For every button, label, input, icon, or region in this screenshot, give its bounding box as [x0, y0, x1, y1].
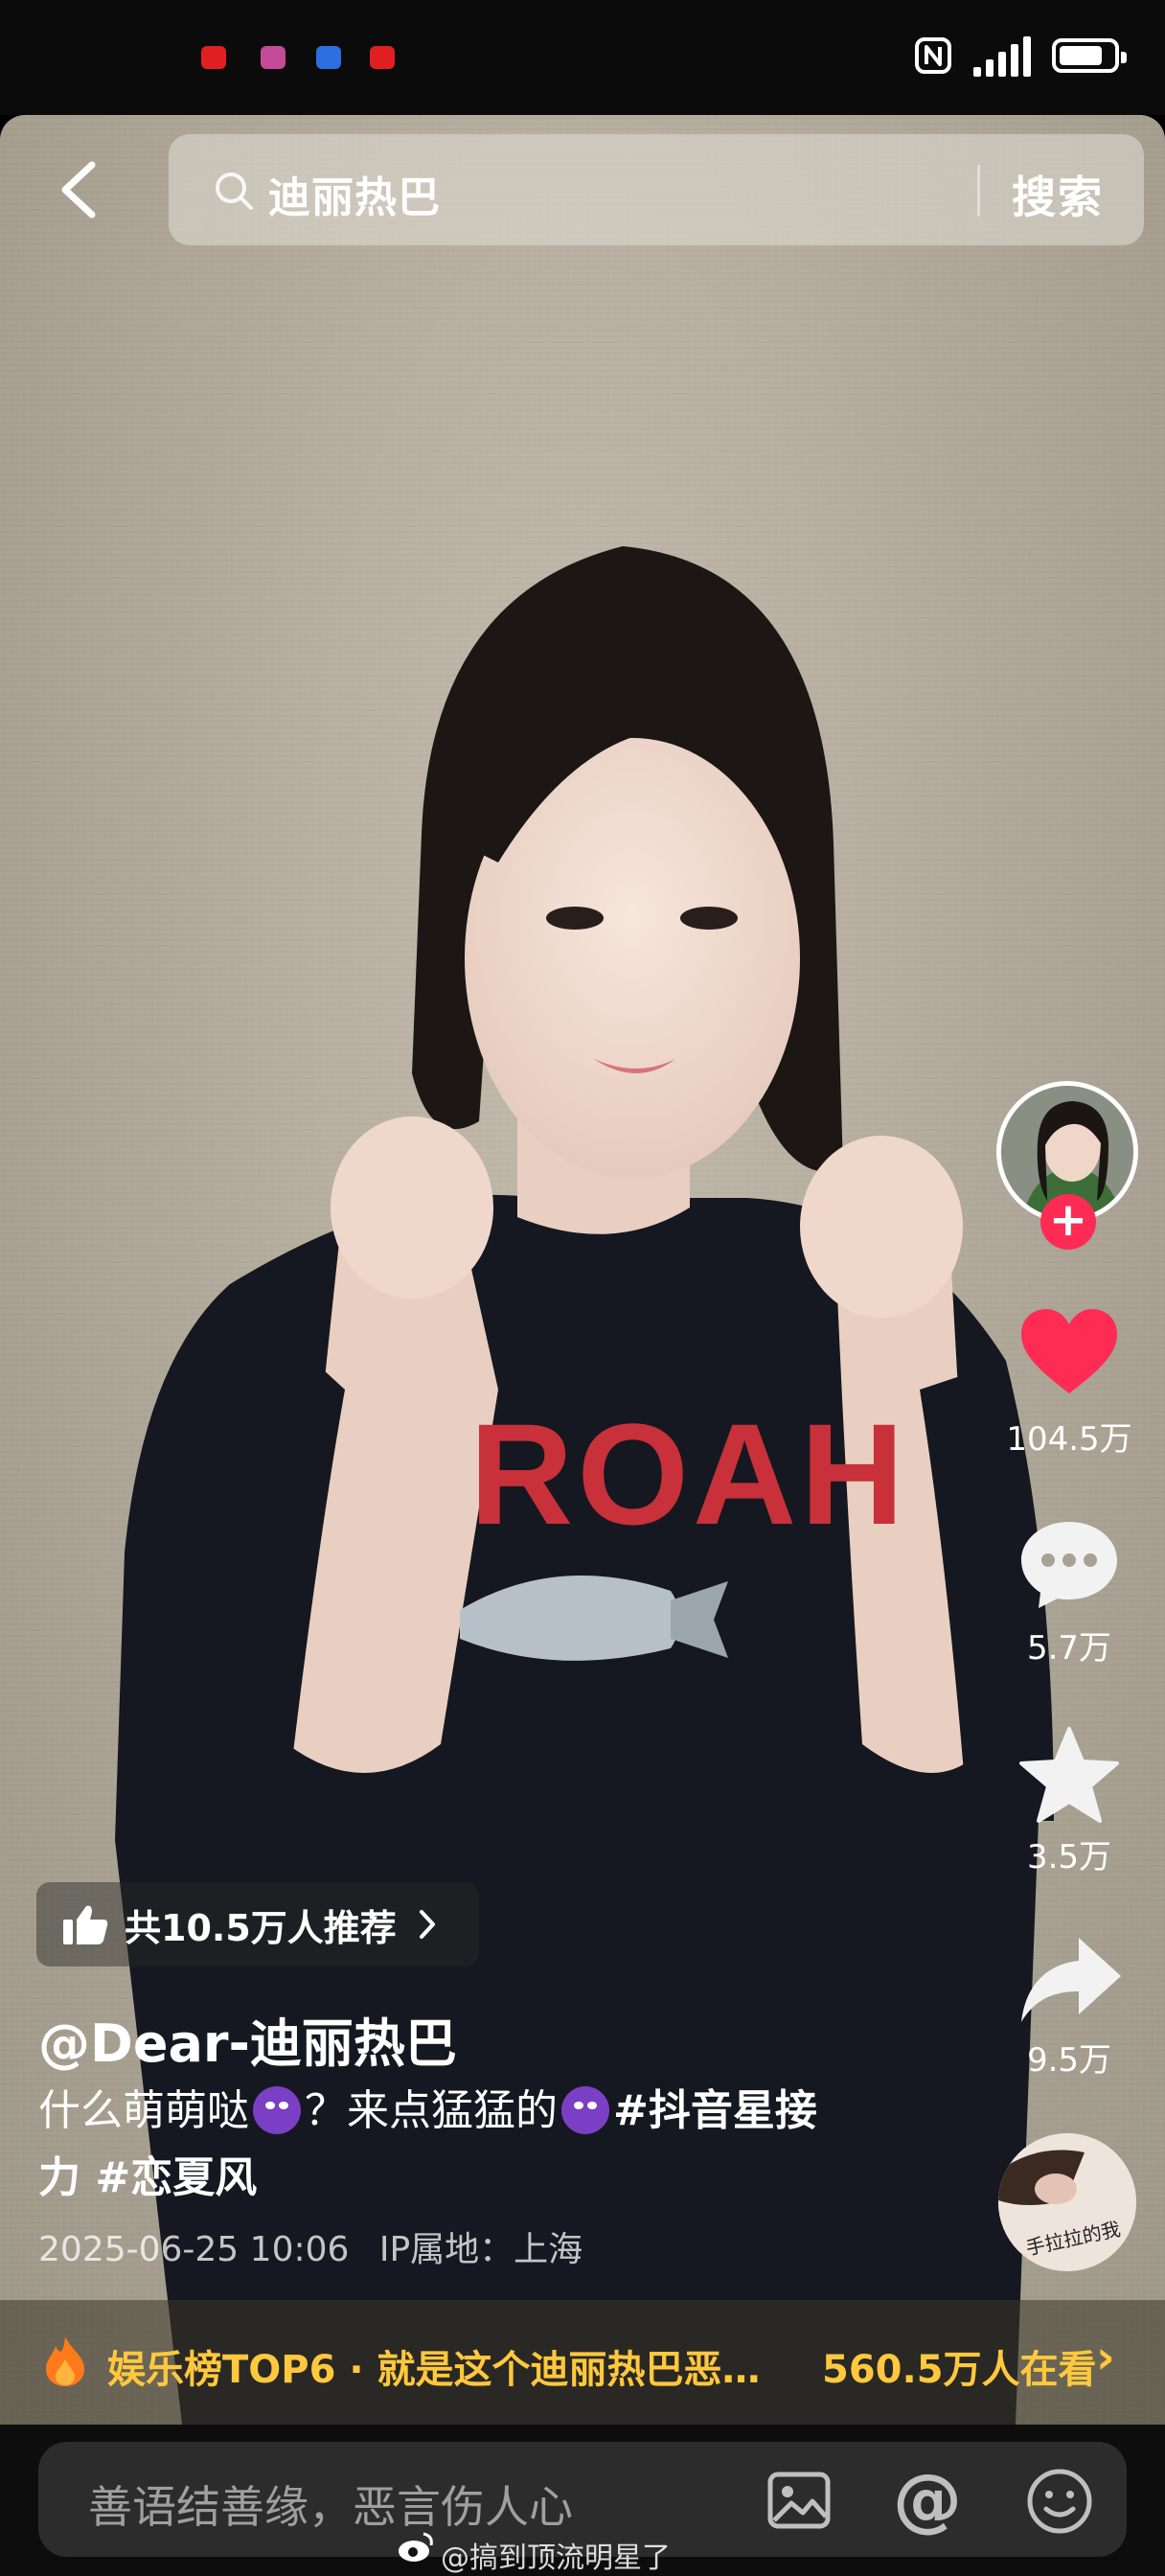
emoji-face-icon[interactable] — [1025, 2467, 1094, 2536]
watermark-text: @搞到顶流明星了 — [441, 2542, 671, 2575]
comment-placeholder[interactable]: 善语结善缘，恶言伤人心 — [88, 2472, 573, 2536]
comment-count: 5.7万 — [1026, 1629, 1112, 1668]
back-arrow-icon[interactable] — [48, 151, 115, 228]
video-description: 什么萌萌哒 ？来点猛猛的 #抖音星接 力 #恋夏风 — [38, 2078, 901, 2212]
fire-icon — [46, 2336, 84, 2386]
hot-list-text[interactable]: 娱乐榜TOP6 · 就是这个迪丽热巴恶… — [107, 2338, 760, 2394]
svg-text:ROAH: ROAH — [469, 1393, 908, 1554]
music-disc[interactable]: 手拉拉的我 — [998, 2133, 1136, 2271]
notification-icon-4 — [370, 46, 395, 69]
status-bar — [0, 0, 1165, 115]
post-meta: 2025-06-25 10:06 IP属地：上海 — [38, 2221, 582, 2271]
weibo-logo-icon — [399, 2532, 433, 2562]
author-name[interactable]: @Dear-迪丽热巴 — [38, 2001, 457, 2077]
share-arrow-icon[interactable] — [1017, 1934, 1125, 2026]
search-icon — [216, 172, 253, 210]
ip-location: IP属地：上海 — [378, 2230, 583, 2269]
post-timestamp: 2025-06-25 10:06 — [38, 2230, 350, 2269]
follow-button[interactable]: + — [1040, 1194, 1096, 1250]
notification-icon-2 — [261, 46, 286, 69]
like-heart-icon[interactable] — [1017, 1305, 1121, 1397]
search-button[interactable]: 搜索 — [1012, 163, 1104, 226]
desc-text-2: ？来点猛猛的 — [305, 2086, 558, 2135]
devil-emoji-icon — [253, 2086, 301, 2134]
nfc-icon — [915, 37, 951, 74]
battery-icon — [1052, 38, 1127, 73]
viewer-count: 560.5万人在看 — [822, 2348, 1097, 2392]
like-count: 104.5万 — [1006, 1420, 1132, 1459]
recommend-pill[interactable]: 共10.5万人推荐 — [36, 1882, 479, 1966]
search-query[interactable]: 迪丽热巴 — [268, 163, 441, 224]
hot-chevron-icon: › — [1096, 2331, 1115, 2384]
chevron-right-icon — [419, 1910, 435, 1939]
notification-icon-3 — [316, 46, 341, 69]
image-icon[interactable] — [766, 2471, 832, 2530]
hashtag-summer[interactable]: #恋夏风 — [95, 2153, 257, 2202]
hashtag-star-relay[interactable]: #抖音星接 — [613, 2086, 817, 2135]
favorite-count: 3.5万 — [1026, 1838, 1112, 1876]
comment-bubble-icon[interactable] — [1017, 1516, 1121, 1612]
recommend-label: 共10.5万人推荐 — [125, 1906, 397, 1949]
thumbs-up-icon — [63, 1905, 108, 1944]
favorite-star-icon[interactable] — [1017, 1725, 1121, 1825]
share-count: 9.5万 — [1026, 2041, 1112, 2080]
search-divider — [977, 165, 980, 217]
at-mention-icon[interactable]: @ — [893, 2459, 962, 2540]
signal-icon — [973, 34, 1031, 77]
hashtag-star-relay-cont[interactable]: 力 — [38, 2153, 80, 2202]
desc-text-1: 什么萌萌哒 — [38, 2086, 249, 2135]
notification-icon-1 — [201, 46, 226, 69]
angry-devil-emoji-icon — [561, 2086, 609, 2134]
